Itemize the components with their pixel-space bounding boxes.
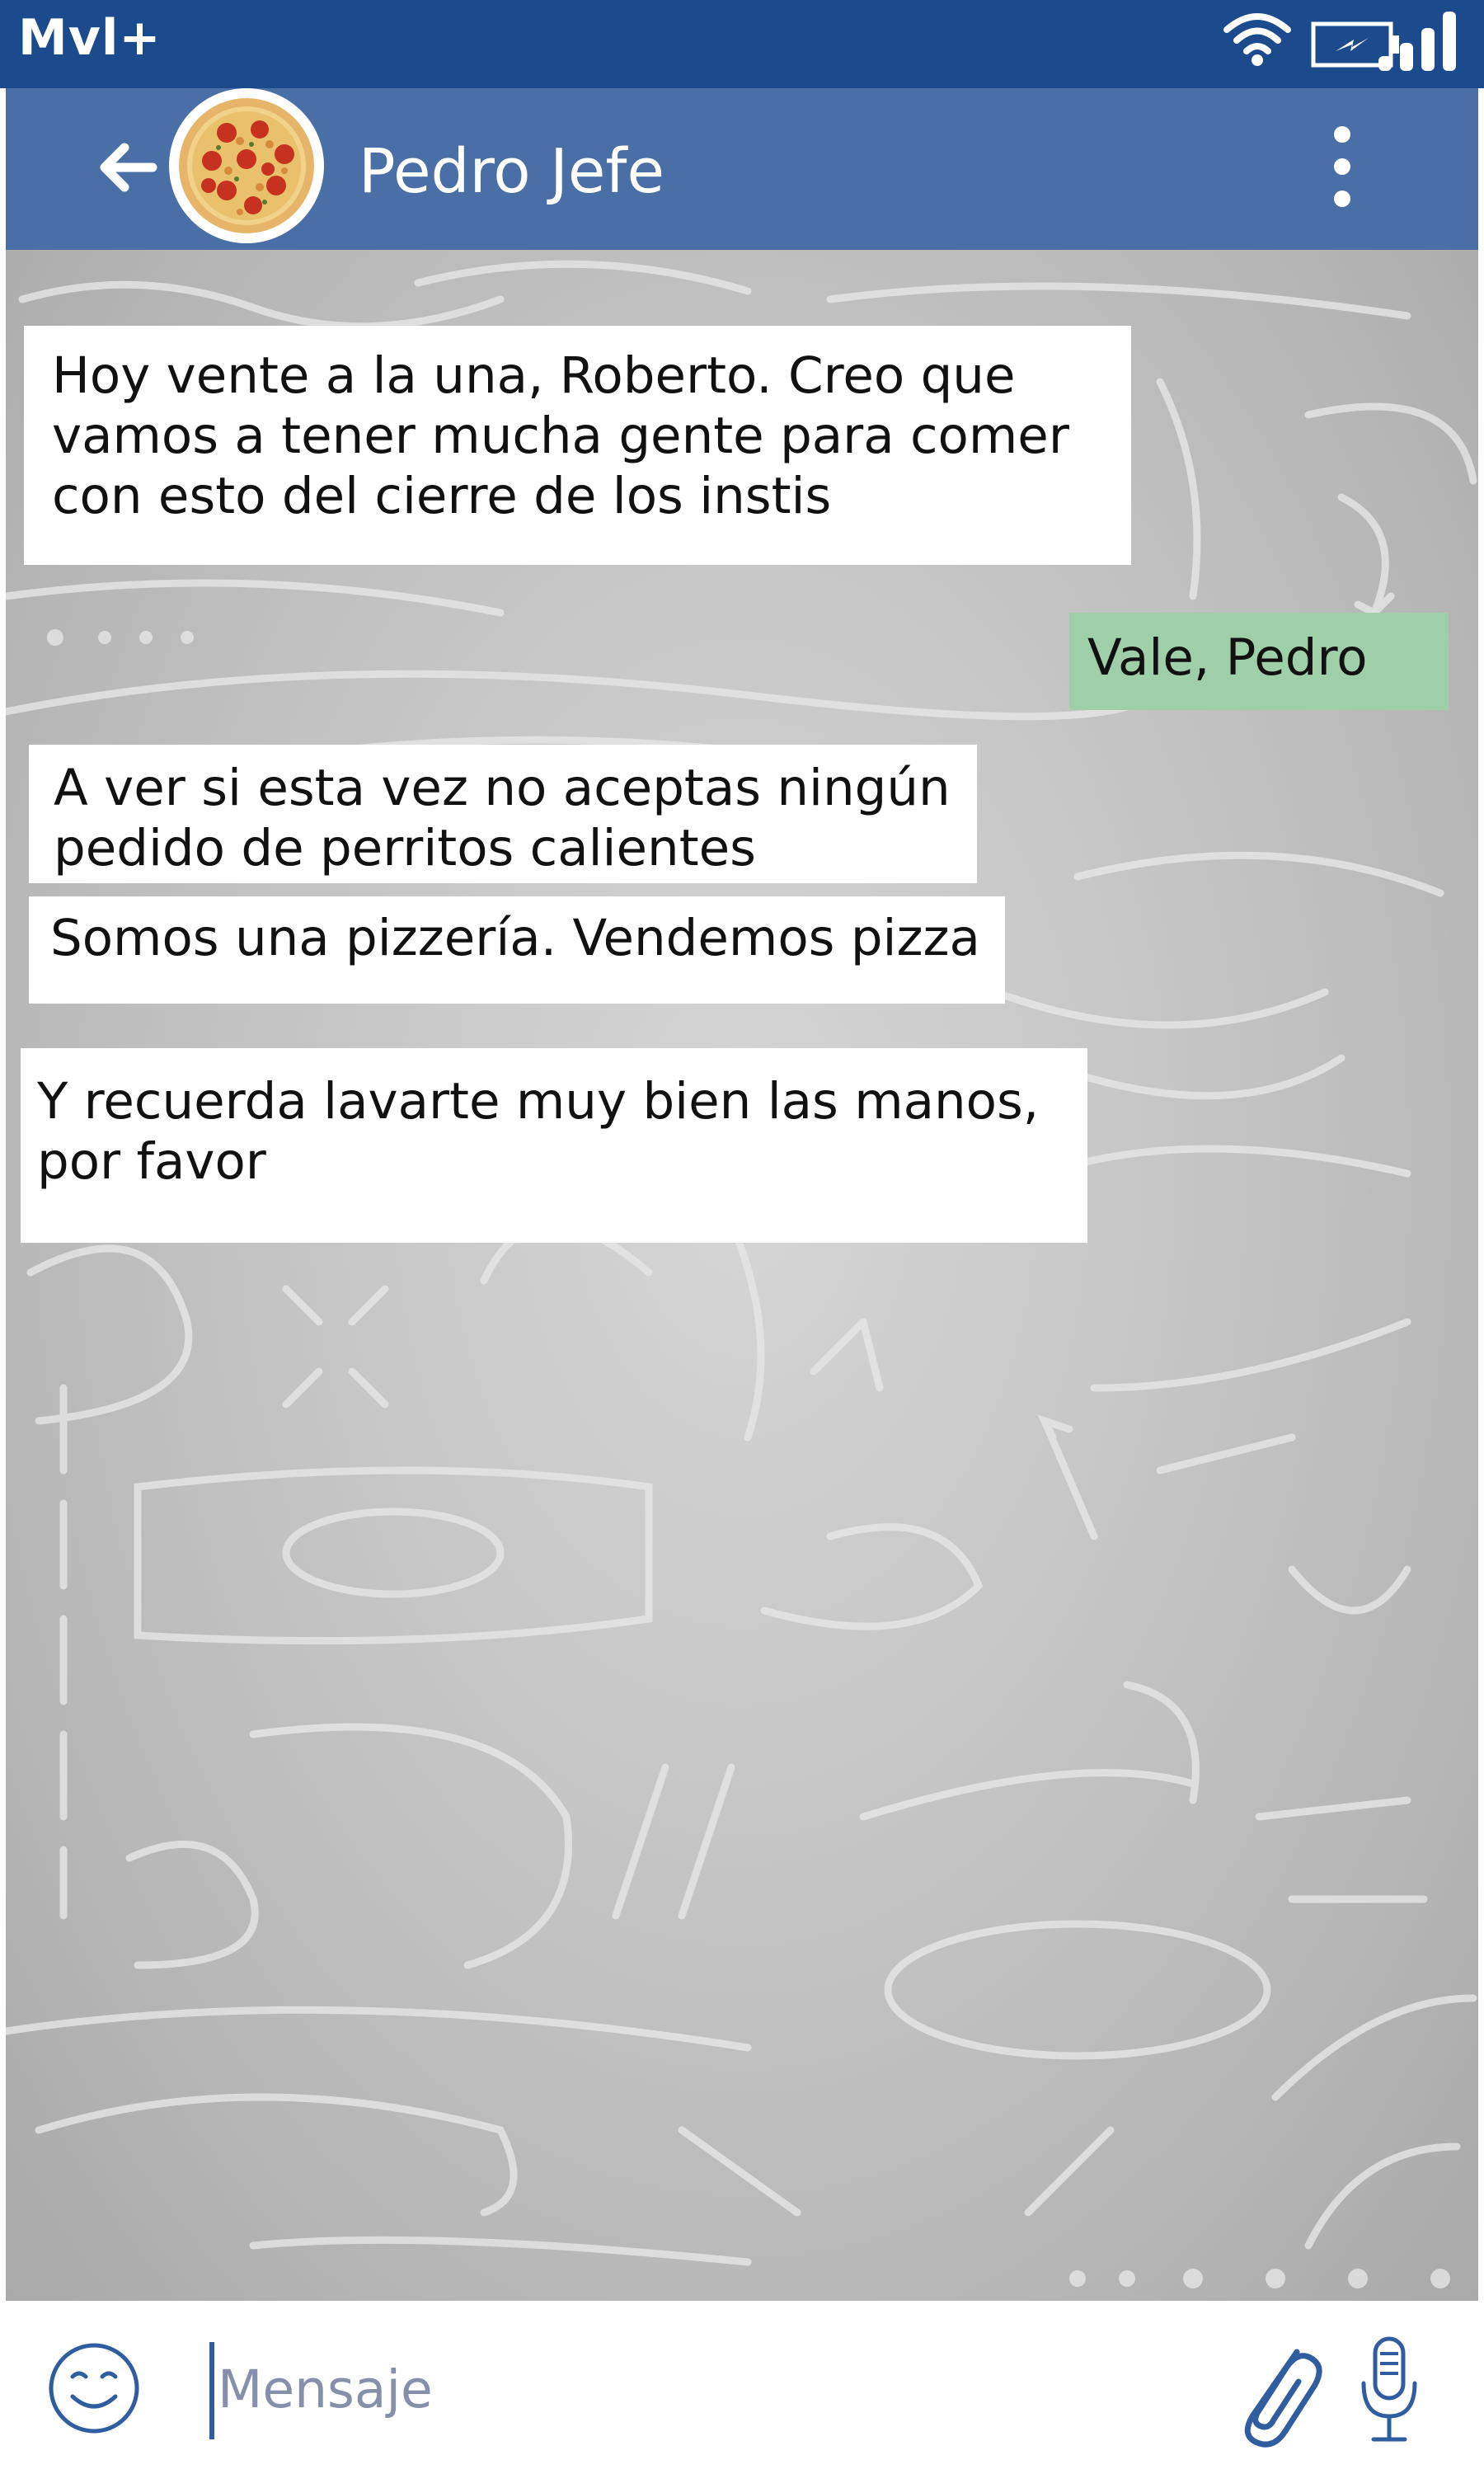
text-caret bbox=[209, 2342, 214, 2439]
back-arrow-icon[interactable] bbox=[95, 134, 161, 200]
attach-icon[interactable] bbox=[1233, 2334, 1323, 2449]
wifi-icon bbox=[1222, 7, 1293, 71]
status-bar: Mvl+ bbox=[0, 0, 1484, 88]
message-outgoing[interactable]: Vale, Pedro bbox=[1069, 613, 1449, 710]
emoji-icon[interactable] bbox=[45, 2339, 143, 2438]
signal-icon bbox=[1375, 7, 1466, 76]
message-incoming[interactable]: A ver si esta vez no aceptas ningún pedi… bbox=[29, 745, 977, 883]
message-composer bbox=[0, 2301, 1484, 2474]
chat-header: Pedro Jefe bbox=[6, 88, 1478, 250]
message-input[interactable] bbox=[218, 2344, 1207, 2434]
more-vert-icon[interactable] bbox=[1330, 121, 1355, 212]
message-incoming[interactable]: Hoy vente a la una, Roberto. Creo que va… bbox=[24, 326, 1131, 565]
message-incoming[interactable]: Somos una pizzería. Vendemos pizza bbox=[29, 896, 1005, 1004]
pizza-avatar[interactable] bbox=[169, 88, 324, 243]
chat-area[interactable]: Hoy vente a la una, Roberto. Creo que va… bbox=[6, 250, 1478, 2301]
mic-icon[interactable] bbox=[1352, 2334, 1426, 2449]
carrier-label: Mvl+ bbox=[18, 9, 162, 67]
contact-name[interactable]: Pedro Jefe bbox=[359, 134, 665, 209]
message-incoming[interactable]: Y recuerda lavarte muy bien las manos, p… bbox=[21, 1048, 1087, 1243]
